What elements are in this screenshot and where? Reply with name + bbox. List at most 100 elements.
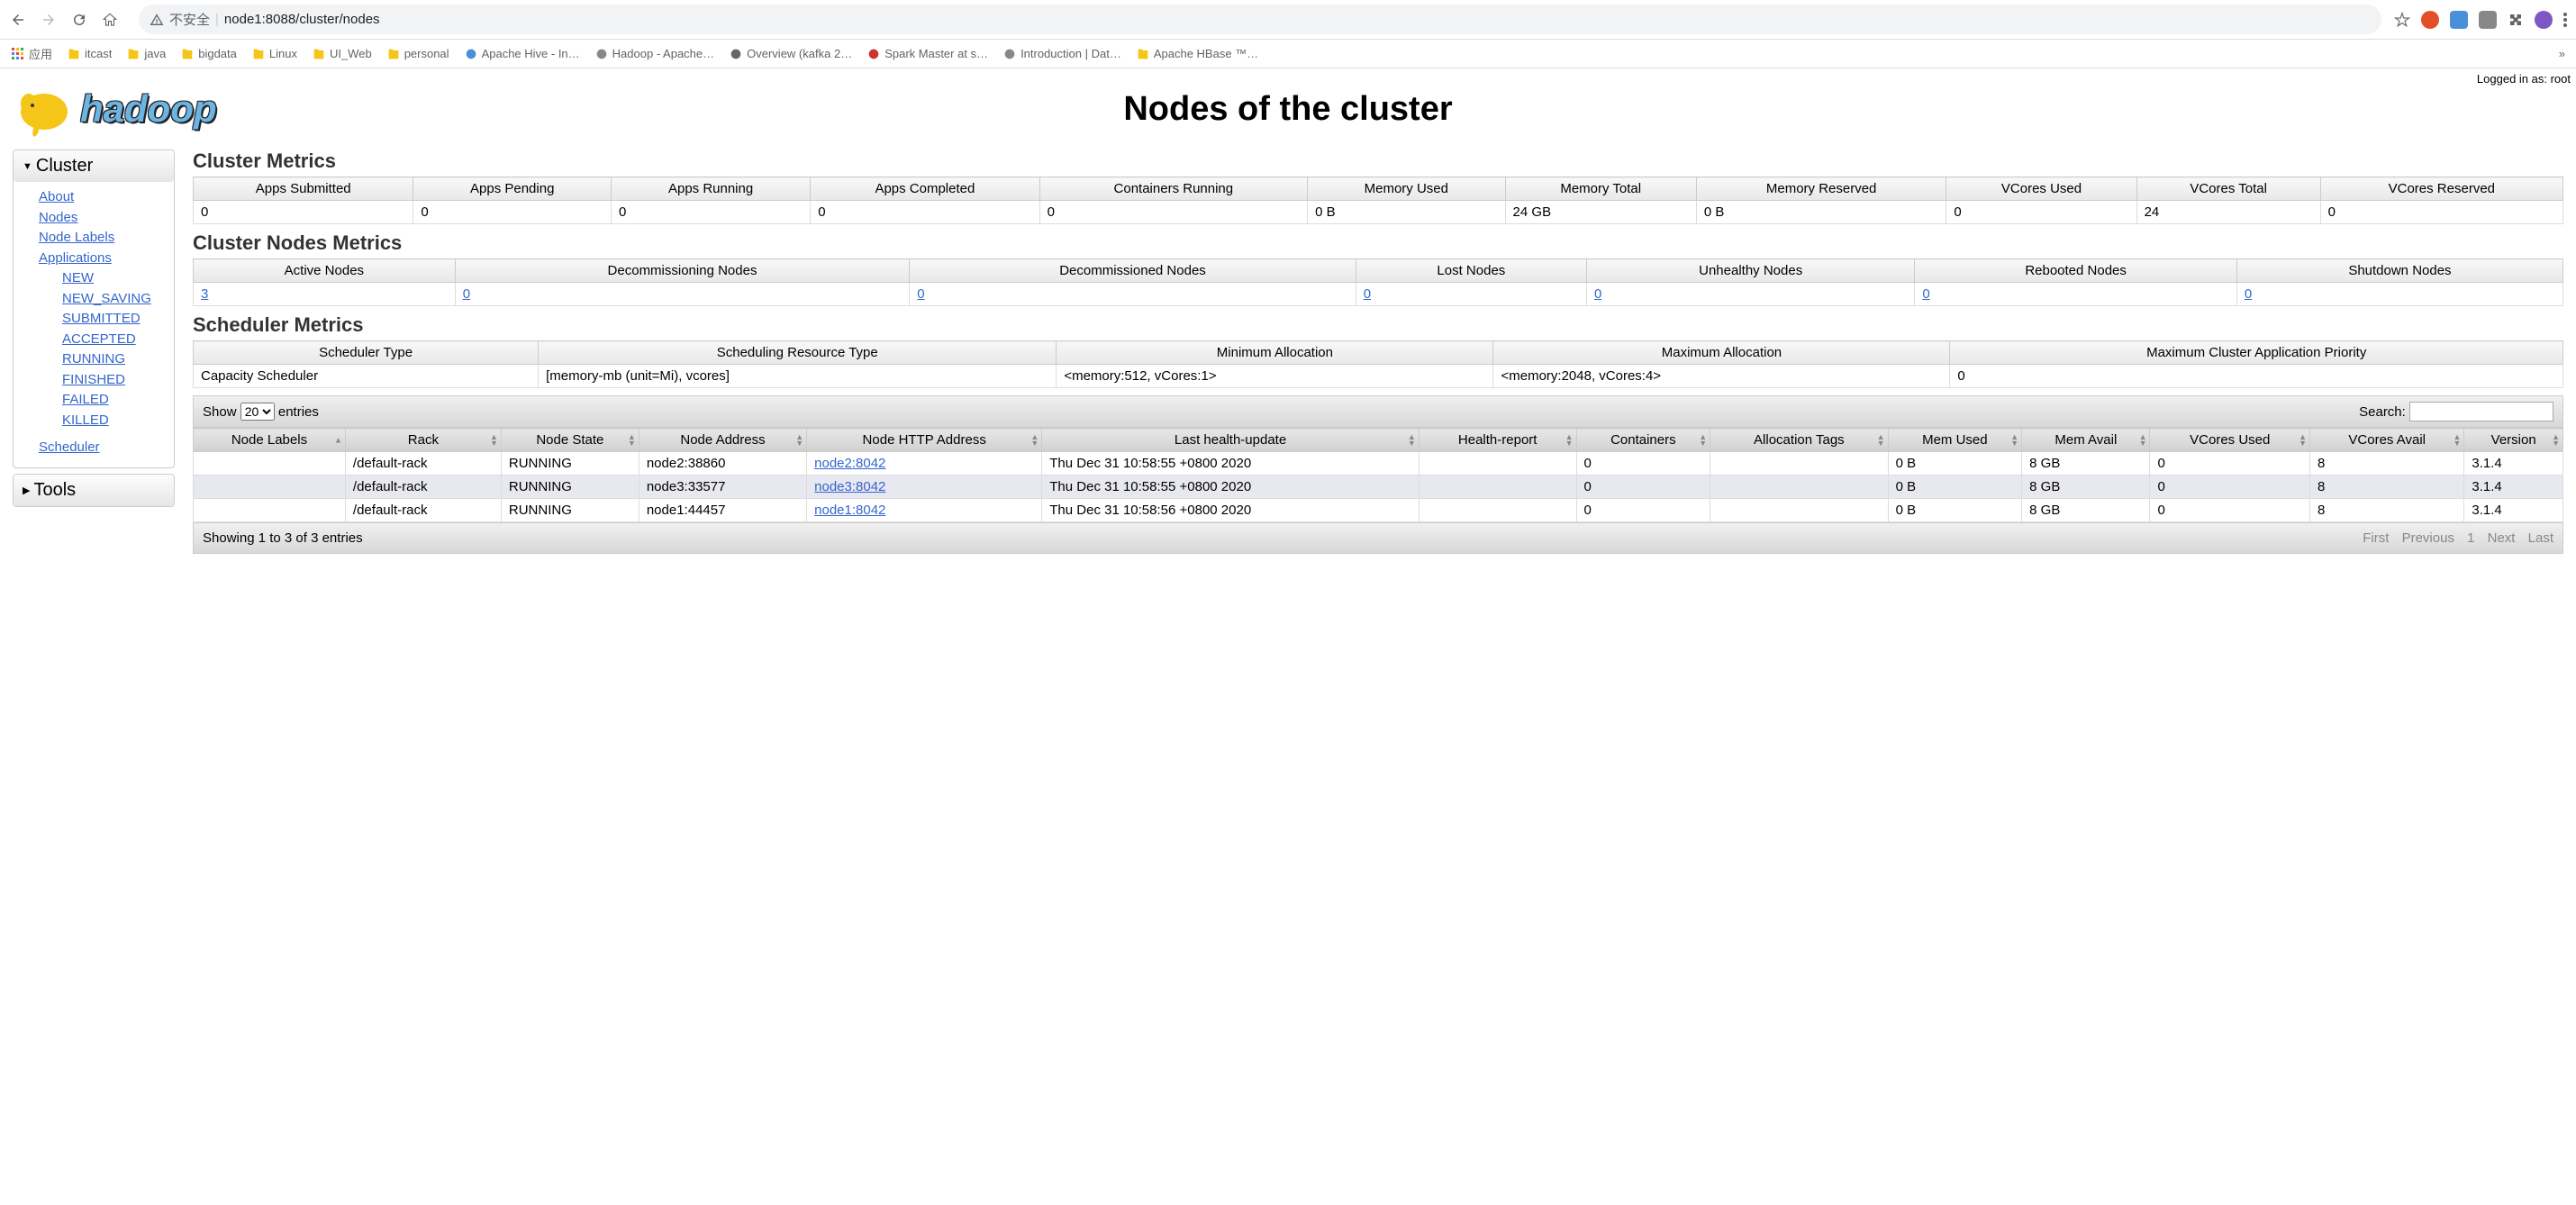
table-cell: 0 B: [1888, 452, 2022, 476]
metrics-link[interactable]: 0: [1922, 286, 1929, 302]
sidebar-new-saving[interactable]: NEW_SAVING: [62, 289, 161, 310]
sort-icon: ▲▼: [1877, 434, 1885, 447]
nodes-column-header[interactable]: Allocation Tags▲▼: [1710, 429, 1888, 452]
sidebar-scheduler[interactable]: Scheduler: [39, 438, 161, 458]
table-cell: 0: [1576, 452, 1710, 476]
bookmark-label: Overview (kafka 2…: [747, 47, 852, 60]
metrics-link[interactable]: 0: [1364, 286, 1371, 302]
metrics-link[interactable]: 0: [2245, 286, 2252, 302]
bookmark-item[interactable]: itcast: [67, 47, 112, 61]
metrics-link[interactable]: 0: [463, 286, 470, 302]
apps-button[interactable]: 应用: [11, 45, 52, 62]
pager-prev[interactable]: Previous: [2402, 530, 2454, 546]
sidebar-new[interactable]: NEW: [62, 268, 161, 289]
metrics-header: Scheduler Type: [194, 341, 539, 365]
search-input[interactable]: [2409, 402, 2553, 421]
back-button[interactable]: [9, 11, 27, 29]
star-icon[interactable]: [2394, 12, 2410, 28]
pager-next[interactable]: Next: [2488, 530, 2516, 546]
search-label: Search:: [2359, 404, 2406, 420]
sidebar-accepted[interactable]: ACCEPTED: [62, 330, 161, 350]
metrics-header: Rebooted Nodes: [1915, 259, 2237, 283]
bookmark-label: Apache HBase ™…: [1154, 47, 1258, 60]
sidebar-finished[interactable]: FINISHED: [62, 370, 161, 391]
pager-first[interactable]: First: [2363, 530, 2389, 546]
table-cell: node1:8042: [807, 499, 1042, 522]
sort-icon: ▲▼: [628, 434, 636, 447]
nodes-column-header[interactable]: VCores Avail▲▼: [2310, 429, 2464, 452]
nodes-column-header[interactable]: Health-report▲▼: [1419, 429, 1576, 452]
nodes-column-header[interactable]: Node Labels▲: [194, 429, 346, 452]
forward-button[interactable]: [40, 11, 58, 29]
nodes-column-header[interactable]: VCores Used▲▼: [2150, 429, 2310, 452]
profile-avatar[interactable]: [2535, 11, 2553, 29]
bookmark-item[interactable]: Apache Hive - In…: [464, 47, 580, 61]
nodes-column-header[interactable]: Node Address▲▼: [639, 429, 806, 452]
bookmark-item[interactable]: personal: [386, 47, 449, 61]
node-http-link[interactable]: node1:8042: [814, 503, 885, 518]
warning-icon: [150, 13, 164, 27]
table-cell: 8: [2310, 499, 2464, 522]
bookmark-item[interactable]: Introduction | Dat…: [1002, 47, 1121, 61]
nodes-column-header[interactable]: Last health-update▲▼: [1042, 429, 1420, 452]
bookmark-item[interactable]: Linux: [251, 47, 297, 61]
nodes-column-header[interactable]: Mem Used▲▼: [1888, 429, 2022, 452]
node-http-link[interactable]: node2:8042: [814, 456, 885, 471]
puzzle-icon[interactable]: [2508, 12, 2524, 28]
bookmark-item[interactable]: UI_Web: [312, 47, 372, 61]
nodes-column-header[interactable]: Node HTTP Address▲▼: [807, 429, 1042, 452]
bookmark-item[interactable]: Overview (kafka 2…: [729, 47, 852, 61]
cluster-panel-header[interactable]: ▼ Cluster: [14, 150, 174, 182]
metrics-link[interactable]: 3: [201, 286, 208, 302]
bookmark-item[interactable]: Spark Master at s…: [866, 47, 988, 61]
sidebar-applications[interactable]: Applications: [39, 249, 161, 269]
bookmark-item[interactable]: bigdata: [180, 47, 237, 61]
table-row: /default-rackRUNNINGnode3:33577node3:804…: [194, 476, 2563, 499]
page-header: hadoop Nodes of the cluster Logged in as…: [0, 68, 2576, 149]
nodes-column-header[interactable]: Containers▲▼: [1576, 429, 1710, 452]
metrics-link[interactable]: 0: [917, 286, 924, 302]
table-cell: node2:38860: [639, 452, 806, 476]
bookmark-label: UI_Web: [330, 47, 372, 60]
nodes-column-header[interactable]: Mem Avail▲▼: [2022, 429, 2150, 452]
address-bar[interactable]: 不安全 | node1:8088/cluster/nodes: [139, 5, 2381, 34]
metrics-header: Maximum Allocation: [1493, 341, 1950, 365]
ext-icon-3[interactable]: [2479, 11, 2497, 29]
nodes-column-header[interactable]: Rack▲▼: [345, 429, 501, 452]
showing-label: Showing 1 to 3 of 3 entries: [203, 530, 363, 546]
home-button[interactable]: [101, 11, 119, 29]
metrics-header: Shutdown Nodes: [2236, 259, 2562, 283]
triangle-right-icon: ▶: [23, 485, 30, 496]
sidebar-about[interactable]: About: [39, 187, 161, 208]
bookmark-item[interactable]: Hadoop - Apache…: [594, 47, 714, 61]
metrics-link[interactable]: 0: [1594, 286, 1601, 302]
scheduler-metrics-table: Scheduler TypeScheduling Resource TypeMi…: [193, 340, 2563, 388]
sidebar-nodes[interactable]: Nodes: [39, 208, 161, 229]
bookmarks-overflow[interactable]: »: [2559, 47, 2565, 60]
metrics-header: Minimum Allocation: [1057, 341, 1493, 365]
metrics-value: 24: [2136, 201, 2320, 224]
page-size-select[interactable]: 20: [240, 403, 275, 421]
table-row: /default-rackRUNNINGnode2:38860node2:804…: [194, 452, 2563, 476]
table-cell: 8 GB: [2022, 452, 2150, 476]
sidebar-running[interactable]: RUNNING: [62, 349, 161, 370]
metrics-value: 0: [1946, 201, 2136, 224]
sort-icon: ▲▼: [2552, 434, 2560, 447]
node-http-link[interactable]: node3:8042: [814, 479, 885, 494]
sidebar-failed[interactable]: FAILED: [62, 390, 161, 411]
sidebar-submitted[interactable]: SUBMITTED: [62, 309, 161, 330]
ext-icon-2[interactable]: [2450, 11, 2468, 29]
menu-icon[interactable]: [2563, 13, 2567, 27]
tools-panel-header[interactable]: ▶ Tools: [14, 475, 174, 506]
reload-button[interactable]: [70, 11, 88, 29]
pager-last[interactable]: Last: [2528, 530, 2553, 546]
nodes-column-header[interactable]: Version▲▼: [2464, 429, 2563, 452]
bookmark-item[interactable]: Apache HBase ™…: [1136, 47, 1258, 61]
nodes-column-header[interactable]: Node State▲▼: [501, 429, 639, 452]
sidebar-killed[interactable]: KILLED: [62, 411, 161, 431]
cluster-panel-body: About Nodes Node Labels Applications NEW…: [14, 182, 174, 467]
bookmark-item[interactable]: java: [126, 47, 166, 61]
pager-page[interactable]: 1: [2467, 530, 2474, 546]
sidebar-node-labels[interactable]: Node Labels: [39, 228, 161, 249]
ext-icon-1[interactable]: [2421, 11, 2439, 29]
